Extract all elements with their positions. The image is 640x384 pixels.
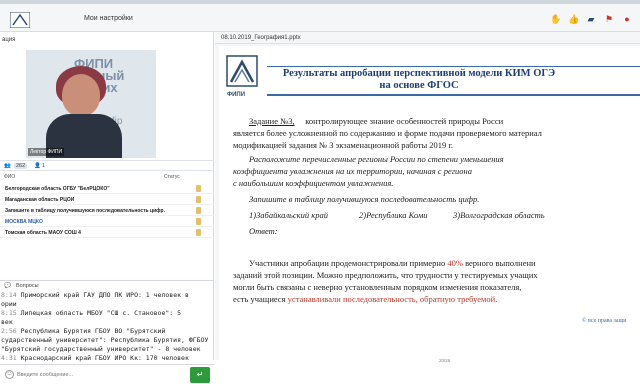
result-line-2: заданий этой позиции. Можно предположить… [233,270,538,280]
participant-name: Томская область МАОУ СОШ 4 [5,230,81,236]
presentation-panel: 08.10.2019_География1.pptx ФИПИ Результа… [215,32,640,366]
title-band [267,94,640,96]
table-row[interactable]: МОСКВА МЦКО [0,216,214,227]
folder-icon[interactable]: ▰ [586,14,596,24]
table-row[interactable]: Белгородская область ОГБУ "БелРЦОКО" [0,183,214,194]
hand-raise-icon[interactable]: ✋ [550,14,561,24]
participants-list: Белгородская область ОГБУ "БелРЦОКО" Маг… [0,183,214,238]
chat-message: ории [1,300,17,308]
send-button[interactable]: ↵ [190,367,210,383]
chat-message: 4:31 Краснодарский край ГБОУ ИРО Кк: 170… [1,354,189,362]
title-line-2: на основе ФГОС [379,80,459,91]
left-panel: ация ФИПИальныйческих www.fip Лектор ФИП… [0,32,214,383]
section-title: ация [2,37,16,43]
slide: ФИПИ Результаты апробации перспективной … [219,46,640,366]
language-icon[interactable]: ● [622,14,632,24]
app-logo-icon [10,12,30,28]
top-toolbar: Мои настройки ✋ 👍 ▰ ⚑ ● [0,4,640,32]
status-icon [196,229,201,236]
task-paragraph-line-3: модификацией задания № 3 экзаменационной… [233,140,454,150]
col-name[interactable]: ФИО [4,174,15,180]
file-name: 08.10.2019_География1.pptx [221,35,301,41]
message-input[interactable] [17,369,185,381]
instruction-line-3: с наибольшим коэффициентом увлажнения. [233,178,394,188]
option-2: 2)Республика Коми [359,210,428,220]
slide-title: Результаты апробации перспективной модел… [269,68,569,92]
video-feed[interactable]: ФИПИальныйческих www.fip Лектор ФИПИ [26,50,156,158]
copyright-footnote: © все права защи [582,318,627,324]
chat-input-row: ☺ ↵ [0,364,214,384]
chat-message: "Бурятский государственный университет" … [1,345,201,353]
participant-name: Запишите в таблицу получившуюся последов… [5,208,165,214]
chat-message: век [1,318,13,326]
chat-message: сударственный университет": Республика Б… [1,336,209,344]
participants-icon[interactable]: 👥 [4,163,11,169]
instruction-line-2: коэффициента увлажнения на их территории… [233,166,473,176]
logo-text: ФИПИ [227,92,246,98]
result-line-3: могли быть связаны с неверно установленн… [233,282,522,292]
task-paragraph-line-2: является более усложненной по содержанию… [233,128,542,138]
percent-highlight: 40% [447,258,463,268]
chat-icon[interactable]: 💬 [4,283,11,289]
status-icon [196,207,201,214]
toolbar-icons: ✋ 👍 ▰ ⚑ ● [550,14,632,24]
result-line-1: Участники апробации продемонстрировали п… [249,258,536,268]
leaders-icon[interactable]: 👤 [34,163,41,169]
leaders-count: 1 [42,163,46,169]
emoji-icon[interactable]: ☺ [5,370,14,379]
file-bar: 08.10.2019_География1.pptx [215,32,640,44]
conclusion-highlight: устанавливали последовательность, обратн… [287,294,498,304]
option-1: 1)Забайкальский край [249,210,329,220]
chat-message: 2:56 Республика Бурятия ГБОУ ВО "Бурятск… [1,327,166,335]
table-row[interactable]: Магаданская область РЦОИ [0,194,214,205]
table-row[interactable]: Запишите в таблицу получившуюся последов… [0,205,214,216]
col-status[interactable]: Статус [164,174,180,180]
status-icon [196,185,201,192]
answer-label: Ответ: [249,226,278,236]
option-3: 3)Волгоградская область [453,210,545,220]
participant-name: Белгородская область ОГБУ "БелРЦОКО" [5,186,110,192]
video-caption: Лектор ФИПИ [28,148,65,156]
chat-messages: 8:14 Приморский край ГАУ ДПО ПК ИРО: 1 ч… [0,291,214,363]
fipi-logo-icon [226,55,258,87]
task-paragraph-line-1: Задание №3, контролирующее знание особен… [249,116,504,126]
chat-message: 8:15 Липецкая область МБОУ "СШ с. Станов… [1,309,182,317]
participant-name: Магаданская область РЦОИ [5,197,75,203]
page-number: 20/26 [439,358,451,363]
status-icon [196,196,201,203]
status-icon [196,218,201,225]
participants-table-header: ФИО Статус [0,172,214,182]
title-line-top [267,66,640,67]
participant-name: МОСКВА МЦКО [5,219,43,225]
chat-message: 8:14 Приморский край ГАУ ДПО ПК ИРО: 1 ч… [1,291,189,299]
instruction-line-1: Расположите перечисленные регионы России… [249,154,504,164]
title-line-1: Результаты апробации перспективной модел… [282,68,556,79]
settings-link[interactable]: Мои настройки [84,15,133,22]
participants-count: 262 [14,163,28,169]
result-line-4: есть учащиеся устанавливали последовател… [233,294,498,304]
speaker-face [62,74,100,116]
table-row[interactable]: Томская область МАОУ СОШ 4 [0,227,214,238]
chat-header: 💬 Вопросы [0,280,214,291]
thumbs-up-icon[interactable]: 👍 [568,14,579,24]
participants-bar: 👥 262 👤 1 [0,160,214,171]
instruction-line-4: Запишите в таблицу получившуюся последов… [249,194,480,204]
chat-title[interactable]: Вопросы [16,283,39,289]
flag-icon[interactable]: ⚑ [604,14,614,24]
